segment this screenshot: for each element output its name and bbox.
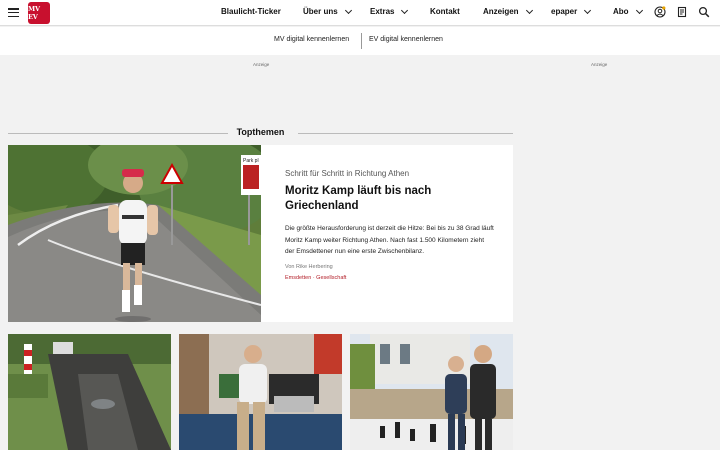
search-icon[interactable] <box>698 6 710 18</box>
section-title: Topthemen <box>236 127 285 137</box>
nav-item-ueber-uns[interactable]: Über uns <box>303 6 352 16</box>
nav-item-epaper[interactable]: epaper <box>551 6 592 16</box>
site-header: MV EV Blaulicht-Ticker Über uns Extras K… <box>0 0 720 26</box>
account-icon[interactable] <box>654 6 666 18</box>
nav-item-extras[interactable]: Extras <box>370 6 409 16</box>
chevron-down-icon <box>401 6 409 14</box>
nav-item-kontakt[interactable]: Kontakt <box>430 7 460 16</box>
chevron-down-icon <box>525 6 533 14</box>
article-headline[interactable]: Moritz Kamp läuft bis nach Griechenland <box>285 184 495 214</box>
sub-nav: MV digital kennenlernen EV digital kenne… <box>0 27 720 55</box>
article-thumbnail[interactable] <box>8 334 171 450</box>
subnav-divider <box>361 33 362 49</box>
feature-article-card[interactable]: Park pl Schritt für Schritt in Richtung … <box>8 145 513 322</box>
nav-item-anzeigen[interactable]: Anzeigen <box>483 6 533 16</box>
ev-digital-link[interactable]: EV digital kennenlernen <box>369 36 443 43</box>
chevron-down-icon <box>344 6 352 14</box>
section-topthemen: Topthemen <box>8 127 513 139</box>
mv-digital-link[interactable]: MV digital kennenlernen <box>274 36 349 43</box>
article-tags[interactable]: Emsdetten · Gesellschaft <box>285 275 495 281</box>
article-kicker: Schritt für Schritt in Richtung Athen <box>285 169 410 178</box>
nav-item-blaulicht-ticker[interactable]: Blaulicht-Ticker <box>221 7 281 16</box>
feature-body: Schritt für Schritt in Richtung Athen Mo… <box>285 169 495 281</box>
article-teaser: Die größte Herausforderung ist derzeit d… <box>285 225 494 255</box>
article-author: Von Rike Herbering <box>285 263 333 270</box>
chevron-down-icon <box>635 6 643 14</box>
main-nav: Blaulicht-Ticker Über uns Extras Kontakt… <box>0 0 720 26</box>
article-thumbnail[interactable] <box>350 334 513 450</box>
ad-label: Anzeige <box>253 62 270 67</box>
chevron-down-icon <box>584 6 592 14</box>
ad-label: Anzeige <box>591 62 608 67</box>
epaper-icon[interactable] <box>676 6 688 18</box>
feature-image[interactable]: Park pl <box>8 145 261 322</box>
nav-item-abo[interactable]: Abo <box>613 6 643 16</box>
article-thumbnail[interactable] <box>179 334 342 450</box>
svg-text:Park pl: Park pl <box>243 158 259 164</box>
